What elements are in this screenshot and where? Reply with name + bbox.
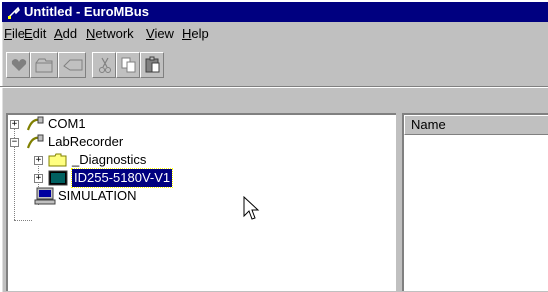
tree-item-label-selected: ID255-5180V-V1 xyxy=(70,168,174,188)
open-icon xyxy=(35,58,53,73)
toolbar-paste-button[interactable] xyxy=(140,52,164,78)
tree-item-device[interactable]: + ID255-5180V-V1 xyxy=(32,168,388,188)
toolbar-cut-button[interactable] xyxy=(92,52,116,78)
cut-icon xyxy=(99,57,111,73)
menu-file[interactable]: File xyxy=(4,26,25,42)
tree-item-labrecorder[interactable]: − LabRecorder xyxy=(8,133,388,151)
computer-icon xyxy=(34,187,56,205)
tree-item-label: SIMULATION xyxy=(58,188,137,203)
toolbar-copy-button[interactable] xyxy=(116,52,140,78)
device-icon xyxy=(48,170,68,186)
list-pane[interactable]: Name xyxy=(402,113,548,291)
tree-item-diagnostics[interactable]: + _Diagnostics xyxy=(32,151,388,169)
tree-item-label: COM1 xyxy=(48,116,86,131)
menu-help[interactable]: Help xyxy=(182,26,209,42)
expand-icon[interactable]: + xyxy=(34,156,43,165)
port-icon xyxy=(26,134,44,149)
expand-icon[interactable]: + xyxy=(10,120,19,129)
menu-edit[interactable]: Edit xyxy=(24,26,46,42)
menu-network[interactable]: Network xyxy=(86,26,134,42)
collapse-icon[interactable]: − xyxy=(10,138,19,147)
toolbar-eraser-button[interactable] xyxy=(58,52,86,78)
port-icon xyxy=(26,116,44,131)
expand-icon[interactable]: + xyxy=(34,174,43,183)
window-title: Untitled - EuroMBus xyxy=(24,4,149,19)
toolbar-heart-button[interactable] xyxy=(6,52,30,78)
toolbar-separator xyxy=(0,86,548,88)
tree-item-com1[interactable]: + COM1 xyxy=(8,115,388,133)
copy-icon xyxy=(121,57,136,73)
column-header-name[interactable]: Name xyxy=(404,115,548,135)
folder-icon xyxy=(48,153,67,167)
tree-item-simulation[interactable]: SIMULATION xyxy=(32,187,388,205)
toolbar-open-button[interactable] xyxy=(30,52,58,78)
mouse-cursor-icon xyxy=(243,196,260,220)
tree-item-label: _Diagnostics xyxy=(72,152,147,167)
toolbar xyxy=(6,52,244,80)
tree-pane[interactable]: + COM1 − LabRecorder + _Diagnostics + ID… xyxy=(6,113,396,291)
paste-icon xyxy=(145,56,160,73)
menu-add[interactable]: Add xyxy=(54,26,77,42)
menu-bar: File Edit Add Network View Help xyxy=(0,24,548,44)
tree-item-label: LabRecorder xyxy=(48,134,124,149)
heart-icon xyxy=(11,59,27,71)
app-icon xyxy=(8,6,20,19)
eraser-icon xyxy=(63,59,83,71)
title-bar[interactable]: Untitled - EuroMBus xyxy=(2,2,548,22)
menu-view[interactable]: View xyxy=(146,26,174,42)
tree-line xyxy=(14,220,32,221)
